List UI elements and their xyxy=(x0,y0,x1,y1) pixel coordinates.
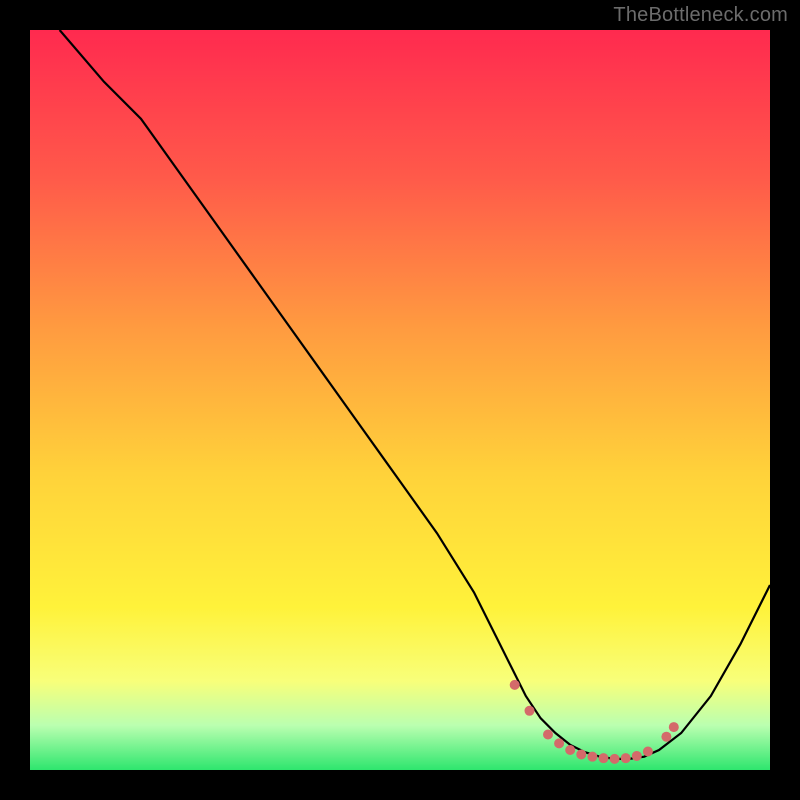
marker-dot xyxy=(669,722,679,732)
chart-frame: TheBottleneck.com xyxy=(0,0,800,800)
marker-dot xyxy=(543,729,553,739)
plot-area xyxy=(30,30,770,770)
marker-dot xyxy=(587,752,597,762)
marker-dot xyxy=(554,738,564,748)
marker-dot xyxy=(610,754,620,764)
watermark-text: TheBottleneck.com xyxy=(613,4,788,27)
marker-dot xyxy=(661,732,671,742)
marker-dot xyxy=(599,753,609,763)
marker-dot xyxy=(632,751,642,761)
marker-dot xyxy=(565,745,575,755)
chart-svg xyxy=(30,30,770,770)
marker-dot xyxy=(525,706,535,716)
marker-dot xyxy=(643,747,653,757)
gradient-background xyxy=(30,30,770,770)
marker-dot xyxy=(621,753,631,763)
marker-dot xyxy=(576,749,586,759)
marker-dot xyxy=(510,680,520,690)
